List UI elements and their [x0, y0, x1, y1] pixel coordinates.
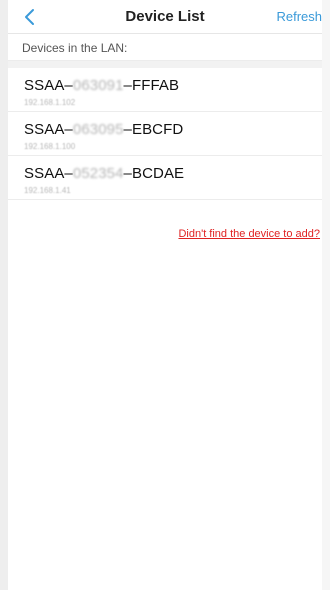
device-name-masked: 063095 [72, 121, 124, 138]
back-button[interactable] [18, 6, 40, 28]
device-list-screen: Device List Refresh Devices in the LAN: … [0, 0, 330, 590]
device-name-suffix: –FFFAB [123, 77, 180, 94]
device-name-suffix: –BCDAE [123, 165, 185, 182]
device-ip: 192.168.1.102 [24, 98, 76, 107]
device-name-prefix: SSAA– [24, 77, 73, 94]
device-name: SSAA–063091–FFFAB [24, 77, 322, 95]
device-name: SSAA–063095–EBCFD [24, 121, 322, 139]
device-name-prefix: SSAA– [24, 165, 73, 182]
device-ip: 192.168.1.100 [24, 142, 76, 151]
device-item[interactable]: SSAA–052354–BCDAE 192.168.1.41 [8, 156, 322, 200]
device-not-found-link[interactable]: Didn't find the device to add? [178, 228, 320, 240]
device-name-masked: 052354 [72, 165, 124, 182]
device-name-suffix: –EBCFD [123, 121, 184, 138]
device-ip: 192.168.1.41 [24, 186, 71, 195]
device-name-masked: 063091 [72, 77, 124, 94]
device-list: SSAA–063091–FFFAB 192.168.1.102 SSAA–063… [8, 68, 322, 200]
section-divider [8, 61, 322, 68]
device-name-prefix: SSAA– [24, 121, 73, 138]
device-item[interactable]: SSAA–063091–FFFAB 192.168.1.102 [8, 68, 322, 112]
chevron-left-icon [25, 9, 34, 25]
right-edge [322, 0, 330, 590]
device-item[interactable]: SSAA–063095–EBCFD 192.168.1.100 [8, 112, 322, 156]
page-title: Device List [125, 8, 205, 25]
refresh-button[interactable]: Refresh [276, 9, 322, 24]
navigation-bar: Device List Refresh [8, 0, 322, 34]
device-name: SSAA–052354–BCDAE [24, 165, 322, 183]
section-label: Devices in the LAN: [8, 35, 322, 61]
left-edge [0, 0, 8, 590]
